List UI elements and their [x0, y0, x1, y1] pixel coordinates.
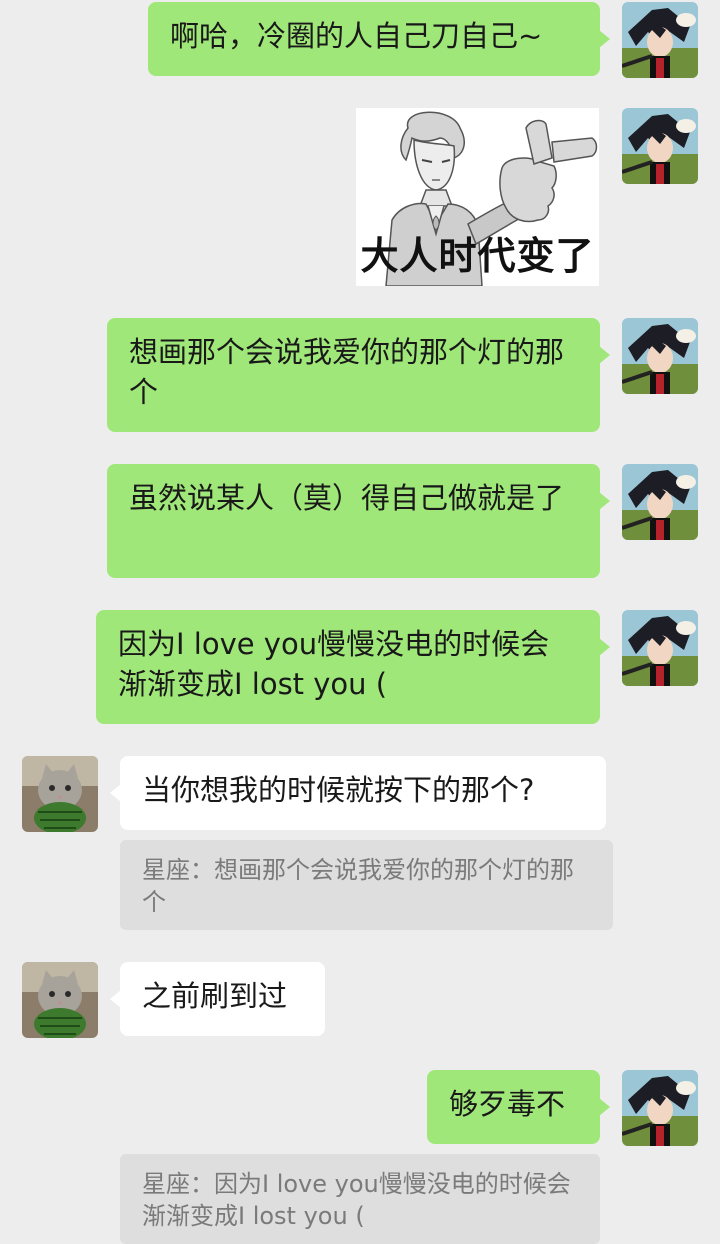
message-bubble-outgoing[interactable]: 够歹毒不	[427, 1070, 610, 1144]
contact-avatar[interactable]	[22, 962, 98, 1038]
anime-boy-avatar-icon	[622, 108, 698, 184]
contact-avatar[interactable]	[22, 756, 98, 832]
bubble-tail	[599, 346, 610, 364]
message-text: 啊哈，冷圈的人自己刀自己~	[170, 19, 543, 53]
message-text: 因为I love you慢慢没电的时候会渐渐变成I lost you (	[118, 627, 550, 701]
bubble-tail	[110, 990, 121, 1008]
my-avatar[interactable]	[622, 318, 698, 394]
message-bubble-outgoing[interactable]: 啊哈，冷圈的人自己刀自己~	[148, 2, 610, 76]
quoted-message-text: 星座：想画那个会说我爱你的那个灯的那个	[142, 856, 574, 916]
bubble-tail	[599, 30, 610, 48]
anime-boy-avatar-icon	[622, 1070, 698, 1146]
my-avatar[interactable]	[622, 108, 698, 184]
chat-message-list[interactable]: 啊哈，冷圈的人自己刀自己~ 大人时代变了 想画那个会说我爱你的那个灯的那个 虽然…	[0, 0, 720, 1244]
my-avatar[interactable]	[622, 464, 698, 540]
quoted-message-text: 星座：因为I love you慢慢没电的时候会渐渐变成I lost you (	[142, 1170, 571, 1230]
message-bubble-incoming[interactable]: 之前刷到过	[110, 962, 325, 1036]
cat-in-watermelon-avatar-icon	[22, 962, 98, 1038]
quoted-message[interactable]: 星座：因为I love you慢慢没电的时候会渐渐变成I lost you (	[120, 1154, 600, 1244]
message-text: 当你想我的时候就按下的那个?	[142, 773, 535, 807]
bubble-tail	[599, 492, 610, 510]
anime-boy-avatar-icon	[622, 610, 698, 686]
cat-in-watermelon-avatar-icon	[22, 756, 98, 832]
bubble-tail	[110, 784, 121, 802]
message-bubble-outgoing[interactable]: 因为I love you慢慢没电的时候会渐渐变成I lost you (	[96, 610, 610, 724]
anime-boy-avatar-icon	[622, 318, 698, 394]
message-text: 虽然说某人（莫）得自己做就是了	[129, 481, 565, 515]
quoted-message[interactable]: 星座：想画那个会说我爱你的那个灯的那个	[120, 840, 613, 930]
sticker-image[interactable]: 大人时代变了	[356, 108, 599, 286]
message-bubble-outgoing[interactable]: 虽然说某人（莫）得自己做就是了	[107, 464, 610, 578]
sticker-caption: 大人时代变了	[360, 234, 595, 278]
message-text: 之前刷到过	[142, 979, 288, 1013]
message-bubble-incoming[interactable]: 当你想我的时候就按下的那个?	[110, 756, 606, 830]
my-avatar[interactable]	[622, 610, 698, 686]
anime-boy-avatar-icon	[622, 464, 698, 540]
my-avatar[interactable]	[622, 1070, 698, 1146]
message-text: 想画那个会说我爱你的那个灯的那个	[129, 335, 565, 409]
my-avatar[interactable]	[622, 2, 698, 78]
bubble-tail	[599, 638, 610, 656]
message-text: 够歹毒不	[449, 1087, 566, 1121]
message-bubble-outgoing[interactable]: 想画那个会说我爱你的那个灯的那个	[107, 318, 610, 432]
anime-boy-avatar-icon	[622, 2, 698, 78]
bubble-tail	[599, 1098, 610, 1116]
